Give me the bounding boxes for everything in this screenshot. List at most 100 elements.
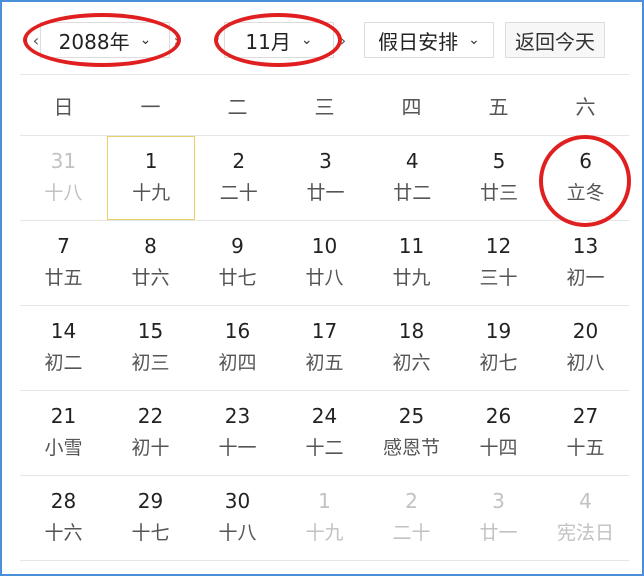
day-cell[interactable]: 3 廿一	[455, 476, 542, 560]
day-cell[interactable]: 16 初四	[194, 306, 281, 390]
calendar-week-row: 14 初二 15 初三 16 初四 17 初五 18 初六 19 初七 20 初八	[20, 306, 629, 391]
day-number: 16	[224, 319, 251, 343]
day-cell[interactable]: 6 立冬	[542, 136, 629, 220]
holiday-select[interactable]: 假日安排 ⌄	[364, 22, 494, 58]
lunar-date: 十六	[44, 522, 83, 544]
holiday-select-label: 假日安排	[378, 29, 459, 54]
day-number: 17	[311, 319, 338, 343]
month-select[interactable]: 11月 ⌄	[224, 22, 334, 58]
day-cell[interactable]: 2 二十	[195, 136, 282, 220]
day-number: 23	[224, 404, 251, 428]
lunar-date: 三十	[479, 267, 518, 289]
weekday-label: 一	[140, 94, 161, 119]
day-number: 3	[319, 149, 332, 173]
return-today-label: 返回今天	[515, 29, 595, 54]
calendar-week-row: 31 十八 1 十九 2 二十 3 廿一 4 廿二 5 廿三 6 立冬	[20, 136, 629, 221]
day-cell[interactable]: 26 十四	[455, 391, 542, 475]
day-cell[interactable]: 30 十八	[194, 476, 281, 560]
day-cell[interactable]: 10 廿八	[281, 221, 368, 305]
lunar-date: 廿一	[479, 522, 518, 544]
day-number: 29	[137, 489, 164, 513]
month-select-label: 11月	[245, 29, 291, 54]
lunar-date: 十二	[305, 437, 344, 459]
day-cell[interactable]: 15 初三	[107, 306, 194, 390]
weekday-label: 三	[314, 94, 335, 119]
day-number: 19	[485, 319, 512, 343]
weekday-label: 日	[53, 94, 74, 119]
weekday-label: 六	[575, 94, 596, 119]
next-year-arrow-icon[interactable]: ›	[170, 22, 184, 58]
lunar-date: 初八	[566, 352, 605, 374]
day-cell[interactable]: 18 初六	[368, 306, 455, 390]
day-cell[interactable]: 19 初七	[455, 306, 542, 390]
day-cell[interactable]: 31 十八	[20, 136, 107, 220]
chevron-down-icon: ⌄	[300, 32, 313, 48]
chevron-down-icon: ⌄	[468, 32, 480, 48]
prev-month-arrow-icon[interactable]: ‹	[210, 22, 224, 58]
day-cell[interactable]: 7 廿五	[20, 221, 107, 305]
lunar-date: 十九	[305, 522, 344, 544]
day-cell[interactable]: 4 宪法日	[542, 476, 629, 560]
day-cell[interactable]: 5 廿三	[456, 136, 543, 220]
day-number: 9	[231, 234, 244, 258]
calendar-weeks: 31 十八 1 十九 2 二十 3 廿一 4 廿二 5 廿三 6 立冬 7 廿五 8 廿六 9 廿七 10 廿八 11 廿九 1…	[20, 136, 629, 561]
day-number: 30	[224, 489, 251, 513]
day-cell[interactable]: 14 初二	[20, 306, 107, 390]
day-number: 28	[50, 489, 77, 513]
calendar-week-row: 21 小雪 22 初十 23 十一 24 十二 25 感恩节 26 十四 27 十五	[20, 391, 629, 476]
year-select[interactable]: 2088年 ⌄	[40, 22, 170, 58]
day-cell[interactable]: 8 廿六	[107, 221, 194, 305]
day-cell[interactable]: 12 三十	[455, 221, 542, 305]
lunar-date: 初六	[392, 352, 431, 374]
next-month-arrow-icon[interactable]: ›	[336, 22, 350, 58]
day-number: 6	[579, 149, 593, 173]
day-cell[interactable]: 21 小雪	[20, 391, 107, 475]
day-number: 4	[579, 489, 592, 513]
day-cell[interactable]: 13 初一	[542, 221, 629, 305]
day-cell[interactable]: 3 廿一	[282, 136, 369, 220]
day-cell[interactable]: 20 初八	[542, 306, 629, 390]
day-cell[interactable]: 24 十二	[281, 391, 368, 475]
day-number: 10	[311, 234, 338, 258]
day-cell[interactable]: 23 十一	[194, 391, 281, 475]
day-cell[interactable]: 22 初十	[107, 391, 194, 475]
day-number: 15	[137, 319, 164, 343]
day-number: 31	[50, 149, 77, 173]
lunar-date: 初二	[44, 352, 83, 374]
lunar-date: 二十	[392, 522, 431, 544]
day-number: 24	[311, 404, 338, 428]
calendar-week-row: 28 十六 29 十七 30 十八 1 十九 2 二十 3 廿一 4 宪法日	[20, 476, 629, 561]
lunar-date: 十五	[566, 437, 605, 459]
day-cell[interactable]: 11 廿九	[368, 221, 455, 305]
day-cell[interactable]: 29 十七	[107, 476, 194, 560]
lunar-date: 廿六	[131, 267, 170, 289]
return-today-button[interactable]: 返回今天	[505, 22, 605, 58]
day-cell[interactable]: 9 廿七	[194, 221, 281, 305]
day-cell[interactable]: 28 十六	[20, 476, 107, 560]
day-number: 2	[232, 149, 246, 173]
day-number: 8	[144, 234, 157, 258]
lunar-date: 二十	[219, 182, 258, 204]
lunar-date: 十九	[132, 182, 171, 204]
day-number: 14	[50, 319, 77, 343]
day-cell[interactable]: 25 感恩节	[368, 391, 455, 475]
day-cell[interactable]: 2 二十	[368, 476, 455, 560]
day-cell[interactable]: 27 十五	[542, 391, 629, 475]
lunar-date: 初七	[479, 352, 518, 374]
lunar-date: 十四	[479, 437, 518, 459]
lunar-date: 初一	[566, 267, 605, 289]
lunar-date: 廿八	[305, 267, 344, 289]
calendar-widget: ‹ 2088年 ⌄ › ‹ 11月 ⌄ › 假日安排 ⌄ 返回今天 日 一 二 三 四 五…	[0, 0, 644, 576]
day-cell[interactable]: 17 初五	[281, 306, 368, 390]
lunar-date: 十七	[131, 522, 170, 544]
lunar-date: 十八	[218, 522, 257, 544]
weekday-header: 日一二三四五六	[20, 74, 629, 136]
day-number: 27	[572, 404, 599, 428]
day-number: 5	[492, 149, 506, 173]
day-cell[interactable]: 4 廿二	[369, 136, 456, 220]
year-select-label: 2088年	[58, 29, 130, 54]
lunar-date: 廿七	[218, 267, 257, 289]
day-cell-today[interactable]: 1 十九	[106, 136, 196, 220]
calendar-grid: 日一二三四五六 31 十八 1 十九 2 二十 3 廿一 4 廿二 5 廿三 6 立冬 7 廿五 8 廿六 9 廿七 1…	[20, 74, 629, 561]
day-cell[interactable]: 1 十九	[281, 476, 368, 560]
